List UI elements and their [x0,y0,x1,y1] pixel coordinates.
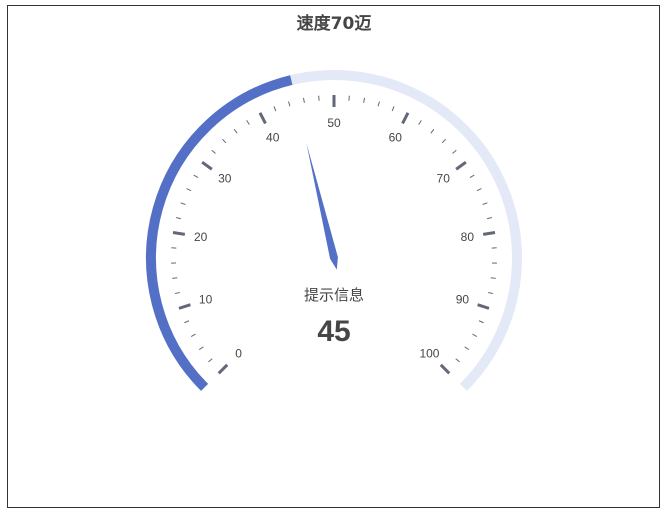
minor-tick [186,188,192,192]
minor-tick [175,216,182,220]
minor-tick [193,174,199,179]
gauge-progress-arc [146,75,293,391]
minor-tick [211,149,216,154]
major-tick [172,231,186,236]
tick-label: 20 [194,230,208,244]
minor-tick [190,333,196,337]
major-tick [401,112,410,125]
minor-tick [469,174,475,179]
minor-tick [455,358,460,363]
minor-tick [174,291,180,295]
gauge-pointer [306,143,338,270]
tick-label: 90 [456,293,470,307]
minor-tick [273,106,277,112]
minor-tick [363,97,366,103]
tick-label: 30 [218,172,232,186]
minor-tick [302,97,305,103]
minor-tick [233,128,238,134]
detail-value: 45 [317,315,350,348]
minor-tick [180,202,186,205]
detail-name: 提示信息 [304,286,364,304]
minor-tick [198,346,204,351]
minor-tick [430,128,435,134]
gauge-chart: 0 10 20 30 40 50 60 70 80 90 100 提示信息 45 [146,70,522,391]
minor-tick [478,320,484,324]
minor-tick [391,106,395,112]
minor-tick [172,277,178,279]
minor-tick [208,358,213,363]
tick-label: 70 [437,172,451,186]
minor-tick [452,149,457,154]
major-tick [178,303,191,310]
tick-label: 60 [389,131,403,145]
minor-tick [246,120,250,125]
minor-tick [482,202,488,205]
minor-tick [377,101,380,107]
minor-tick [288,101,291,107]
minor-tick [488,291,494,295]
major-tick [258,112,267,125]
major-tick [201,160,213,171]
minor-tick [184,320,190,324]
tick-label: 0 [235,346,242,360]
major-tick [439,363,451,375]
minor-tick [418,120,422,125]
minor-tick [476,188,482,192]
major-tick [217,363,229,375]
tick-label: 80 [461,230,475,244]
tick-label: 50 [327,116,341,130]
tick-label: 40 [266,131,280,145]
minor-tick [490,277,496,279]
minor-tick [222,138,227,144]
major-tick [482,231,496,236]
minor-tick [486,216,493,220]
minor-tick [464,346,470,351]
major-tick [477,303,490,310]
minor-tick [441,138,446,144]
minor-tick [472,333,478,337]
major-tick [455,160,467,171]
tick-label: 10 [199,293,213,307]
tick-label: 100 [419,346,439,360]
